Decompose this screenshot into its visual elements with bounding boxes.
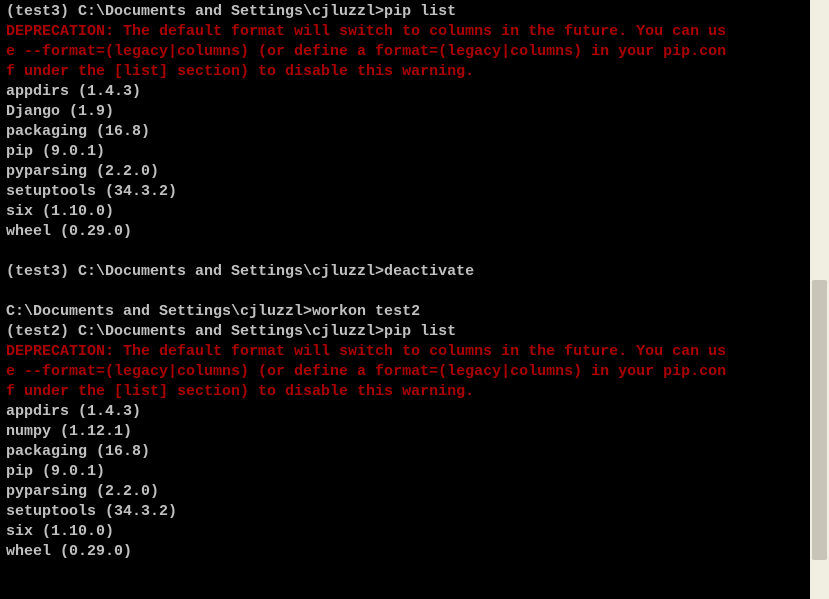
package-entry: appdirs (1.4.3) — [6, 82, 804, 102]
package-entry: pip (9.0.1) — [6, 462, 804, 482]
prompt-line: (test2) C:\Documents and Settings\cjluzz… — [6, 322, 804, 342]
prompt-line: (test3) C:\Documents and Settings\cjluzz… — [6, 2, 804, 22]
package-entry: packaging (16.8) — [6, 122, 804, 142]
deprecation-warning: e --format=(legacy|columns) (or define a… — [6, 362, 804, 382]
package-entry: wheel (0.29.0) — [6, 542, 804, 562]
deprecation-warning: f under the [list] section) to disable t… — [6, 62, 804, 82]
deprecation-warning: DEPRECATION: The default format will swi… — [6, 22, 804, 42]
package-entry: pyparsing (2.2.0) — [6, 162, 804, 182]
blank-line — [6, 282, 804, 302]
package-entry: packaging (16.8) — [6, 442, 804, 462]
package-entry: numpy (1.12.1) — [6, 422, 804, 442]
prompt-line: C:\Documents and Settings\cjluzzl>workon… — [6, 302, 804, 322]
vertical-scrollbar[interactable] — [810, 0, 829, 599]
deprecation-warning: DEPRECATION: The default format will swi… — [6, 342, 804, 362]
package-entry: pip (9.0.1) — [6, 142, 804, 162]
blank-line — [6, 242, 804, 262]
package-entry: Django (1.9) — [6, 102, 804, 122]
deprecation-warning: f under the [list] section) to disable t… — [6, 382, 804, 402]
package-entry: six (1.10.0) — [6, 202, 804, 222]
package-entry: appdirs (1.4.3) — [6, 402, 804, 422]
package-entry: six (1.10.0) — [6, 522, 804, 542]
package-entry: wheel (0.29.0) — [6, 222, 804, 242]
prompt-line: (test3) C:\Documents and Settings\cjluzz… — [6, 262, 804, 282]
package-entry: pyparsing (2.2.0) — [6, 482, 804, 502]
package-entry: setuptools (34.3.2) — [6, 502, 804, 522]
deprecation-warning: e --format=(legacy|columns) (or define a… — [6, 42, 804, 62]
terminal-window[interactable]: (test3) C:\Documents and Settings\cjluzz… — [0, 0, 810, 599]
scrollbar-thumb[interactable] — [812, 280, 827, 560]
package-entry: setuptools (34.3.2) — [6, 182, 804, 202]
scrollbar-track[interactable] — [810, 0, 829, 599]
